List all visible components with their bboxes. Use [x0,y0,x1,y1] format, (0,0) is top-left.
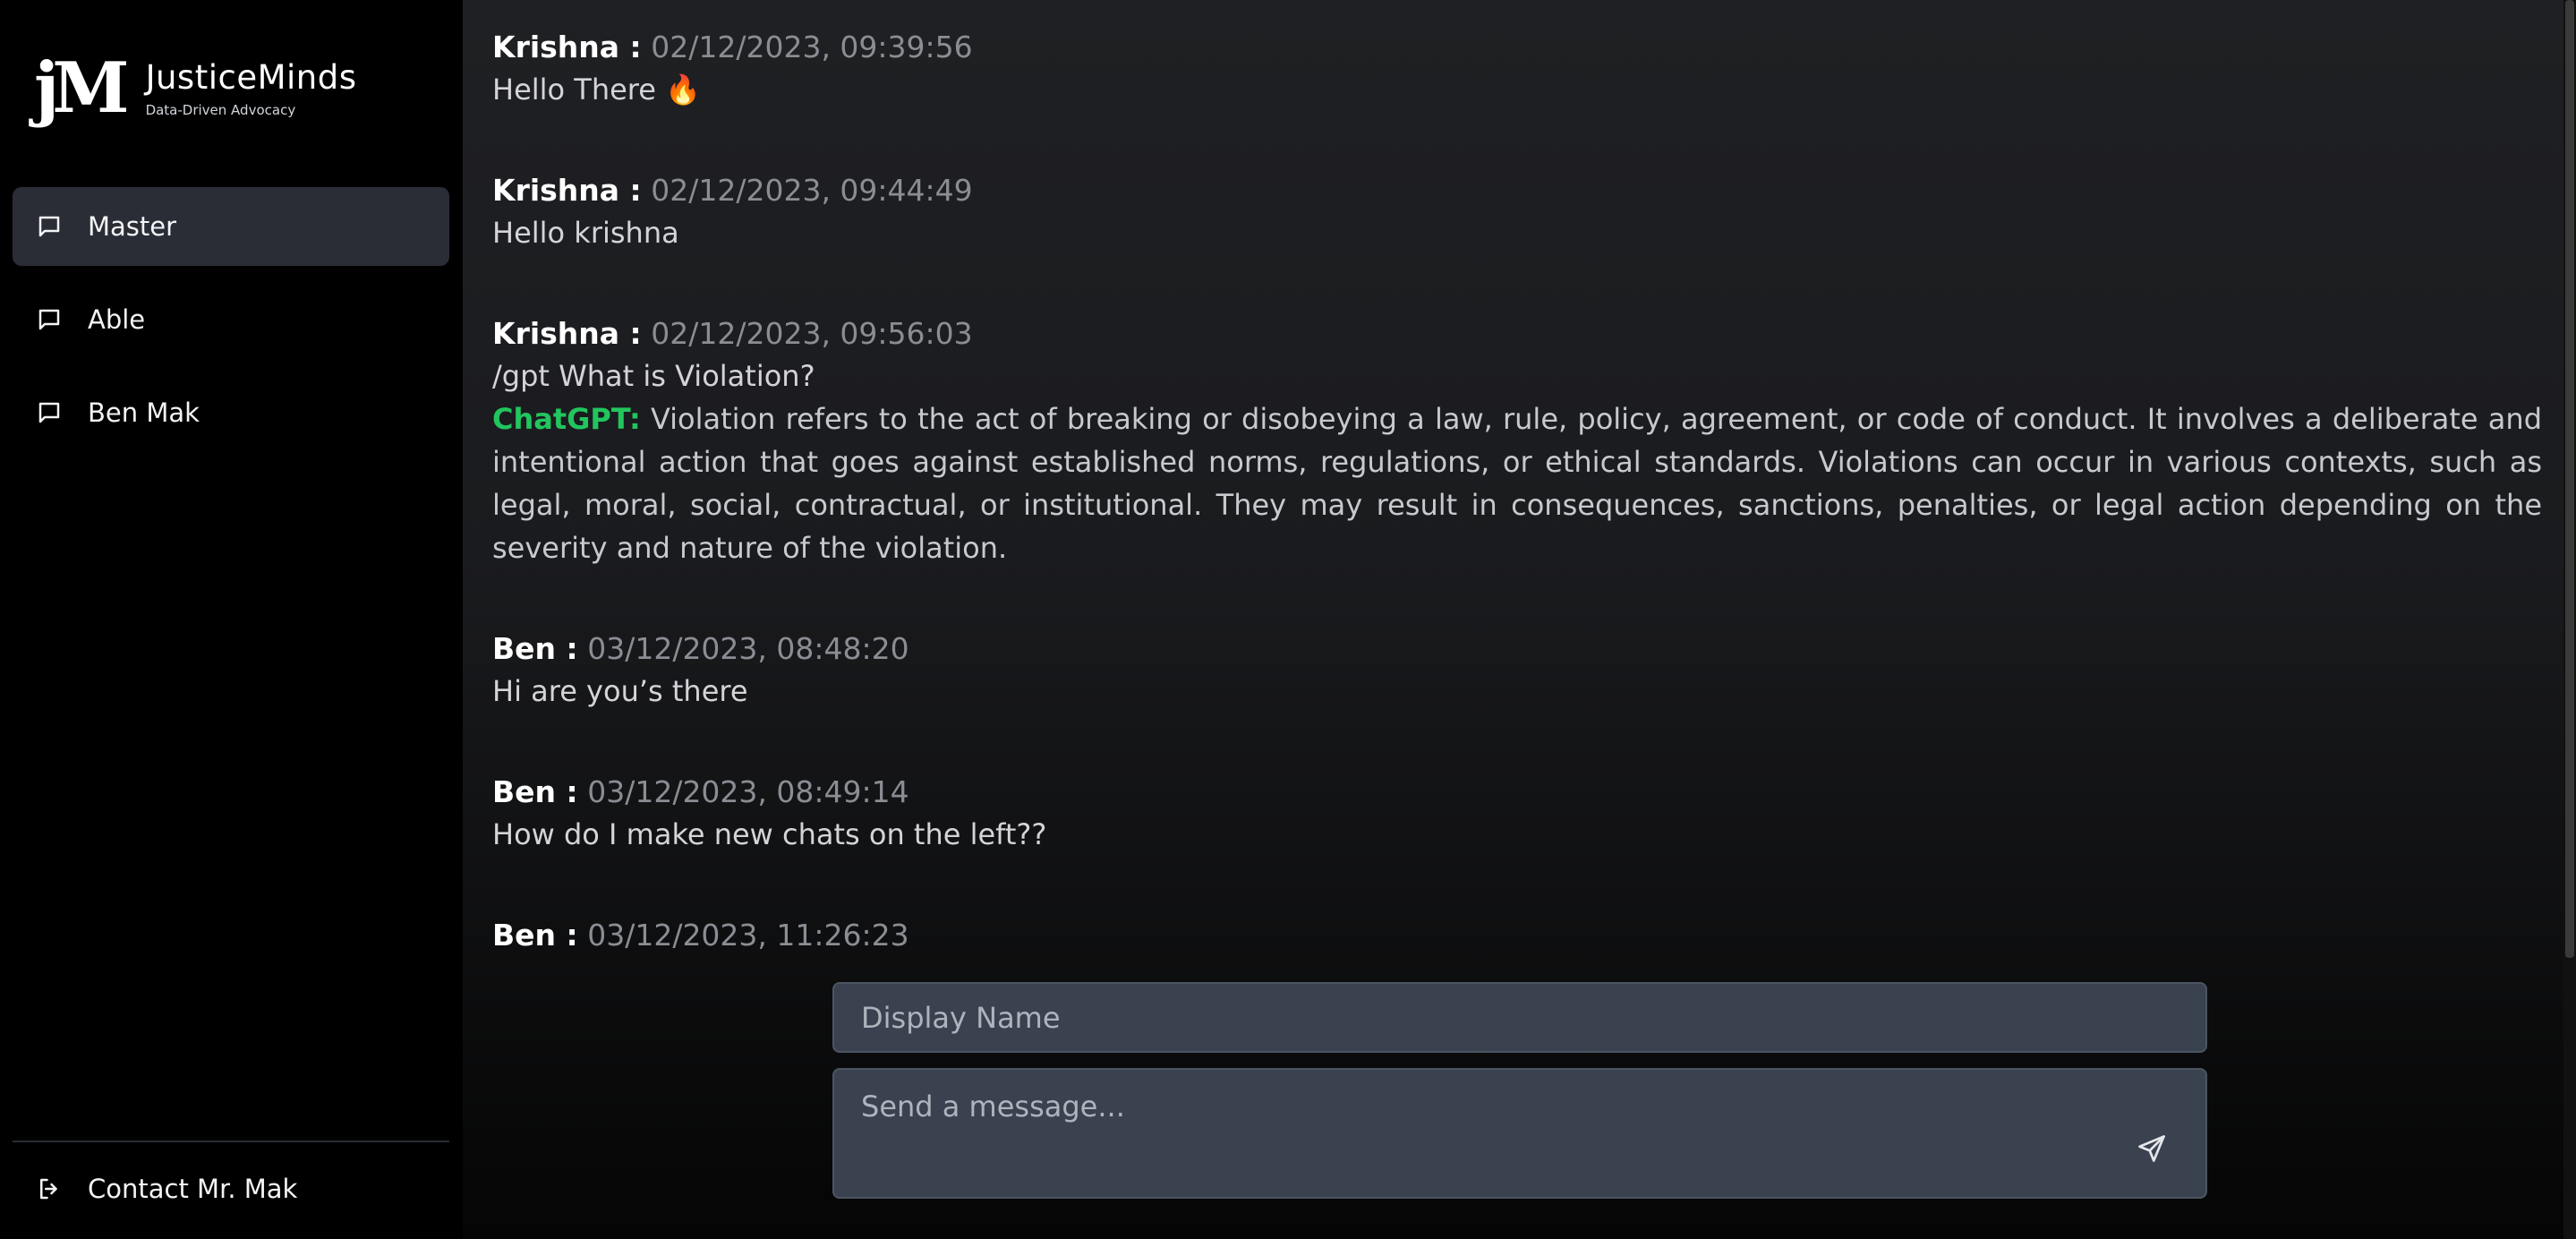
chat-panel: Krishna : 02/12/2023, 09:39:56 Hello The… [463,0,2576,1239]
brand-title: JusticeMinds [145,58,357,97]
message-text: /gpt What is Violation? [492,359,815,393]
gpt-reply-text: Violation refers to the act of breaking … [492,402,2543,565]
scrollbar[interactable] [2563,0,2576,1239]
chat-bubble-icon [36,213,63,240]
sidebar-item-able[interactable]: Able [13,280,449,359]
message-composer [832,1068,2207,1199]
message-text: Hello krishna [492,216,679,250]
message: Ben : 03/12/2023, 11:26:23 [492,915,2542,956]
logo-text: JusticeMinds Data-Driven Advocacy [146,57,357,118]
sidebar-item-label: Master [88,211,177,242]
message-timestamp: 03/12/2023, 11:26:23 [587,918,909,953]
message-author: Krishna : [492,173,642,208]
send-icon[interactable] [2136,1132,2168,1165]
message-author: Krishna : [492,30,642,64]
message-author: Ben : [492,774,578,809]
message-header: Krishna : 02/12/2023, 09:39:56 [492,27,2542,68]
message-author: Krishna : [492,316,642,351]
message-header: Krishna : 02/12/2023, 09:44:49 [492,170,2542,211]
message: Krishna : 02/12/2023, 09:56:03 /gpt What… [492,313,2542,569]
sidebar: jM JusticeMinds Data-Driven Advocacy Mas… [0,0,463,1239]
logo-mark: jM [34,47,130,129]
display-name-input[interactable] [832,982,2207,1053]
message-timestamp: 02/12/2023, 09:56:03 [651,316,973,351]
chat-bubble-icon [36,306,63,333]
message-text: How do I make new chats on the left?? [492,817,1047,851]
message: Krishna : 02/12/2023, 09:39:56 Hello The… [492,27,2542,111]
message: Ben : 03/12/2023, 08:49:14 How do I make… [492,772,2542,856]
message-author: Ben : [492,631,578,666]
brand-subtitle: Data-Driven Advocacy [145,102,296,118]
chat-bubble-icon [36,399,63,426]
sidebar-item-ben-mak[interactable]: Ben Mak [13,373,449,452]
message-header: Krishna : 02/12/2023, 09:56:03 [492,313,2542,355]
message-text: Hello There 🔥 [492,73,701,107]
sidebar-item-label: Able [88,304,146,335]
sidebar-item-label: Ben Mak [88,397,200,428]
brand-logo[interactable]: jM JusticeMinds Data-Driven Advocacy [34,52,357,125]
message-header: Ben : 03/12/2023, 08:48:20 [492,628,2542,670]
message-timestamp: 03/12/2023, 08:48:20 [587,631,909,666]
contact-button[interactable]: Contact Mr. Mak [13,1155,449,1223]
logout-icon [36,1175,63,1202]
message: Krishna : 02/12/2023, 09:44:49 Hello kri… [492,170,2542,254]
scrollbar-thumb[interactable] [2565,0,2574,958]
message-header: Ben : 03/12/2023, 11:26:23 [492,915,2542,956]
message-author: Ben : [492,918,578,953]
message: Ben : 03/12/2023, 08:48:20 Hi are you’s … [492,628,2542,713]
sidebar-divider [13,1141,449,1142]
gpt-label: ChatGPT: [492,402,641,436]
message-timestamp: 03/12/2023, 08:49:14 [587,774,909,809]
message-text: Hi are you’s there [492,674,748,708]
message-input[interactable] [861,1089,2096,1179]
message-header: Ben : 03/12/2023, 08:49:14 [492,772,2542,813]
sidebar-item-master[interactable]: Master [13,187,449,266]
gpt-reply: ChatGPT: Violation refers to the act of … [492,397,2542,569]
message-timestamp: 02/12/2023, 09:44:49 [651,173,973,208]
message-timestamp: 02/12/2023, 09:39:56 [651,30,973,64]
contact-label: Contact Mr. Mak [88,1174,298,1204]
